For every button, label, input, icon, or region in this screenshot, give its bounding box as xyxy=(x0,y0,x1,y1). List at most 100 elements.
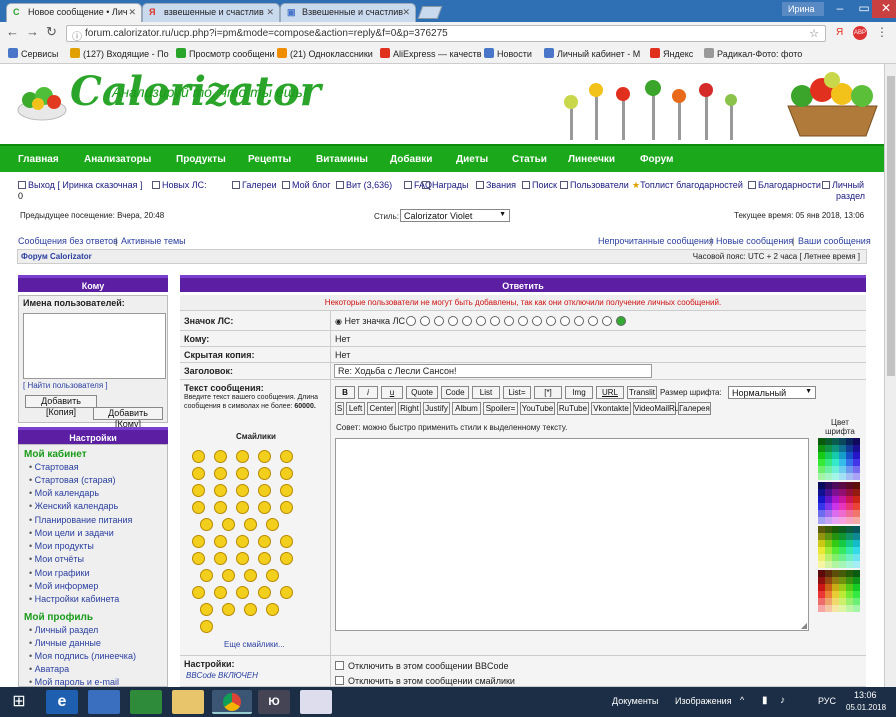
color-swatch[interactable] xyxy=(832,533,839,540)
pm-icon-option[interactable] xyxy=(532,316,542,326)
color-swatch[interactable] xyxy=(825,561,832,568)
ranks-link[interactable]: Звания xyxy=(476,180,516,191)
color-swatch[interactable] xyxy=(832,466,839,473)
smiley-icon[interactable] xyxy=(236,552,249,565)
profile-item[interactable]: Личный раздел xyxy=(29,625,99,635)
unread-link[interactable]: Непрочитанные сообщения xyxy=(598,236,714,246)
smiley-icon[interactable] xyxy=(236,484,249,497)
color-swatch[interactable] xyxy=(846,489,853,496)
color-swatch[interactable] xyxy=(846,577,853,584)
smiley-icon[interactable] xyxy=(222,518,235,531)
pm-icon-option[interactable] xyxy=(504,316,514,326)
smiley-icon[interactable] xyxy=(244,603,257,616)
color-swatch[interactable] xyxy=(832,598,839,605)
smiley-icon[interactable] xyxy=(244,569,257,582)
cabinet-item[interactable]: Стартовая (старая) xyxy=(29,475,116,485)
color-swatch[interactable] xyxy=(839,473,846,480)
menu-analyzers[interactable]: Анализаторы xyxy=(84,154,151,165)
smiley-icon[interactable] xyxy=(280,552,293,565)
bookmark-cabinet[interactable]: Личный кабинет - M xyxy=(544,48,640,59)
yandex-browser-icon[interactable]: Ю xyxy=(258,690,290,714)
color-swatch[interactable] xyxy=(853,445,860,452)
toolbar-button[interactable]: List xyxy=(472,386,500,399)
explorer-icon[interactable] xyxy=(172,690,204,714)
color-swatch[interactable] xyxy=(832,438,839,445)
color-swatch[interactable] xyxy=(832,517,839,524)
message-textarea[interactable]: ◢ xyxy=(335,438,809,631)
menu-products[interactable]: Продукты xyxy=(176,154,226,165)
color-swatch[interactable] xyxy=(825,466,832,473)
toolbar-button[interactable]: Left xyxy=(346,402,365,415)
network-icon[interactable]: ▮ xyxy=(762,695,768,706)
color-swatch[interactable] xyxy=(853,473,860,480)
your-posts-link[interactable]: Ваши сообщения xyxy=(798,236,871,246)
color-swatch[interactable] xyxy=(846,570,853,577)
smiley-icon[interactable] xyxy=(236,450,249,463)
color-swatch[interactable] xyxy=(825,554,832,561)
color-swatch[interactable] xyxy=(818,584,825,591)
color-swatch[interactable] xyxy=(839,591,846,598)
color-swatch[interactable] xyxy=(846,561,853,568)
color-swatch[interactable] xyxy=(853,598,860,605)
color-swatch[interactable] xyxy=(832,570,839,577)
pm-icon-option[interactable] xyxy=(588,316,598,326)
toolbar-button[interactable]: RuTube xyxy=(557,402,589,415)
style-select[interactable]: Calorizator Violet ▼ xyxy=(400,209,510,222)
smiley-icon[interactable] xyxy=(258,586,271,599)
cabinet-item[interactable]: Мой информер xyxy=(29,581,99,591)
pm-icon-option[interactable] xyxy=(490,316,500,326)
menu-home[interactable]: Главная xyxy=(18,154,59,165)
close-tab-icon[interactable]: ✕ xyxy=(128,7,136,18)
store-icon[interactable] xyxy=(130,690,162,714)
bookmark-star-icon[interactable]: ☆ xyxy=(809,27,819,40)
bookmark-services[interactable]: Сервисы xyxy=(8,48,58,59)
color-swatch[interactable] xyxy=(832,561,839,568)
smiley-icon[interactable] xyxy=(192,501,205,514)
color-swatch[interactable] xyxy=(853,526,860,533)
breadcrumb[interactable]: Форум Calorizator xyxy=(21,252,92,261)
toolbar-button[interactable]: Vkontakte xyxy=(591,402,631,415)
color-swatch[interactable] xyxy=(839,503,846,510)
smiley-icon[interactable] xyxy=(236,501,249,514)
color-swatch[interactable] xyxy=(818,496,825,503)
bookmark-news[interactable]: Новости xyxy=(484,48,532,59)
color-swatch[interactable] xyxy=(818,598,825,605)
color-swatch[interactable] xyxy=(832,503,839,510)
smiley-icon[interactable] xyxy=(192,552,205,565)
taskbar-documents[interactable]: Документы xyxy=(612,696,658,706)
disable-smilies-option[interactable]: Отключить в этом сообщении смайлики xyxy=(335,676,515,686)
smiley-icon[interactable] xyxy=(280,450,293,463)
cabinet-item[interactable]: Мои графики xyxy=(29,568,90,578)
toolbar-button[interactable]: Translit xyxy=(627,386,657,399)
toolbar-button[interactable]: Галерея xyxy=(678,402,711,415)
thanks-top-link[interactable]: ★Топлист благодарностей xyxy=(632,180,743,191)
url-field[interactable]: ⓘ forum.calorizator.ru/ucp.php?i=pm&mode… xyxy=(66,25,826,43)
color-swatch[interactable] xyxy=(818,466,825,473)
color-swatch[interactable] xyxy=(839,605,846,612)
add-copy-button[interactable]: Добавить [Копия] xyxy=(25,395,97,417)
color-swatch[interactable] xyxy=(846,526,853,533)
pm-icon-option[interactable] xyxy=(616,316,626,326)
color-swatch[interactable] xyxy=(825,591,832,598)
no-icon-option[interactable]: ◉ Нет значка ЛС xyxy=(335,316,405,326)
color-swatch[interactable] xyxy=(846,473,853,480)
toolbar-button[interactable]: [*] xyxy=(534,386,562,399)
clock-date[interactable]: 05.01.2018 xyxy=(846,703,886,712)
color-swatch[interactable] xyxy=(825,526,832,533)
page-info-icon[interactable]: ⓘ xyxy=(72,28,82,43)
smiley-icon[interactable] xyxy=(258,484,271,497)
color-swatch[interactable] xyxy=(832,496,839,503)
color-swatch[interactable] xyxy=(832,584,839,591)
color-swatch[interactable] xyxy=(853,510,860,517)
color-swatch[interactable] xyxy=(825,459,832,466)
color-swatch[interactable] xyxy=(846,496,853,503)
smiley-icon[interactable] xyxy=(236,586,249,599)
color-swatch[interactable] xyxy=(846,445,853,452)
smiley-icon[interactable] xyxy=(192,484,205,497)
color-swatch[interactable] xyxy=(853,605,860,612)
cabinet-item[interactable]: Мои отчёты xyxy=(29,554,84,564)
back-icon[interactable]: ← xyxy=(6,25,19,39)
toolbar-button[interactable]: S xyxy=(335,402,344,415)
color-swatch[interactable] xyxy=(839,445,846,452)
pm-icon-option[interactable] xyxy=(420,316,430,326)
